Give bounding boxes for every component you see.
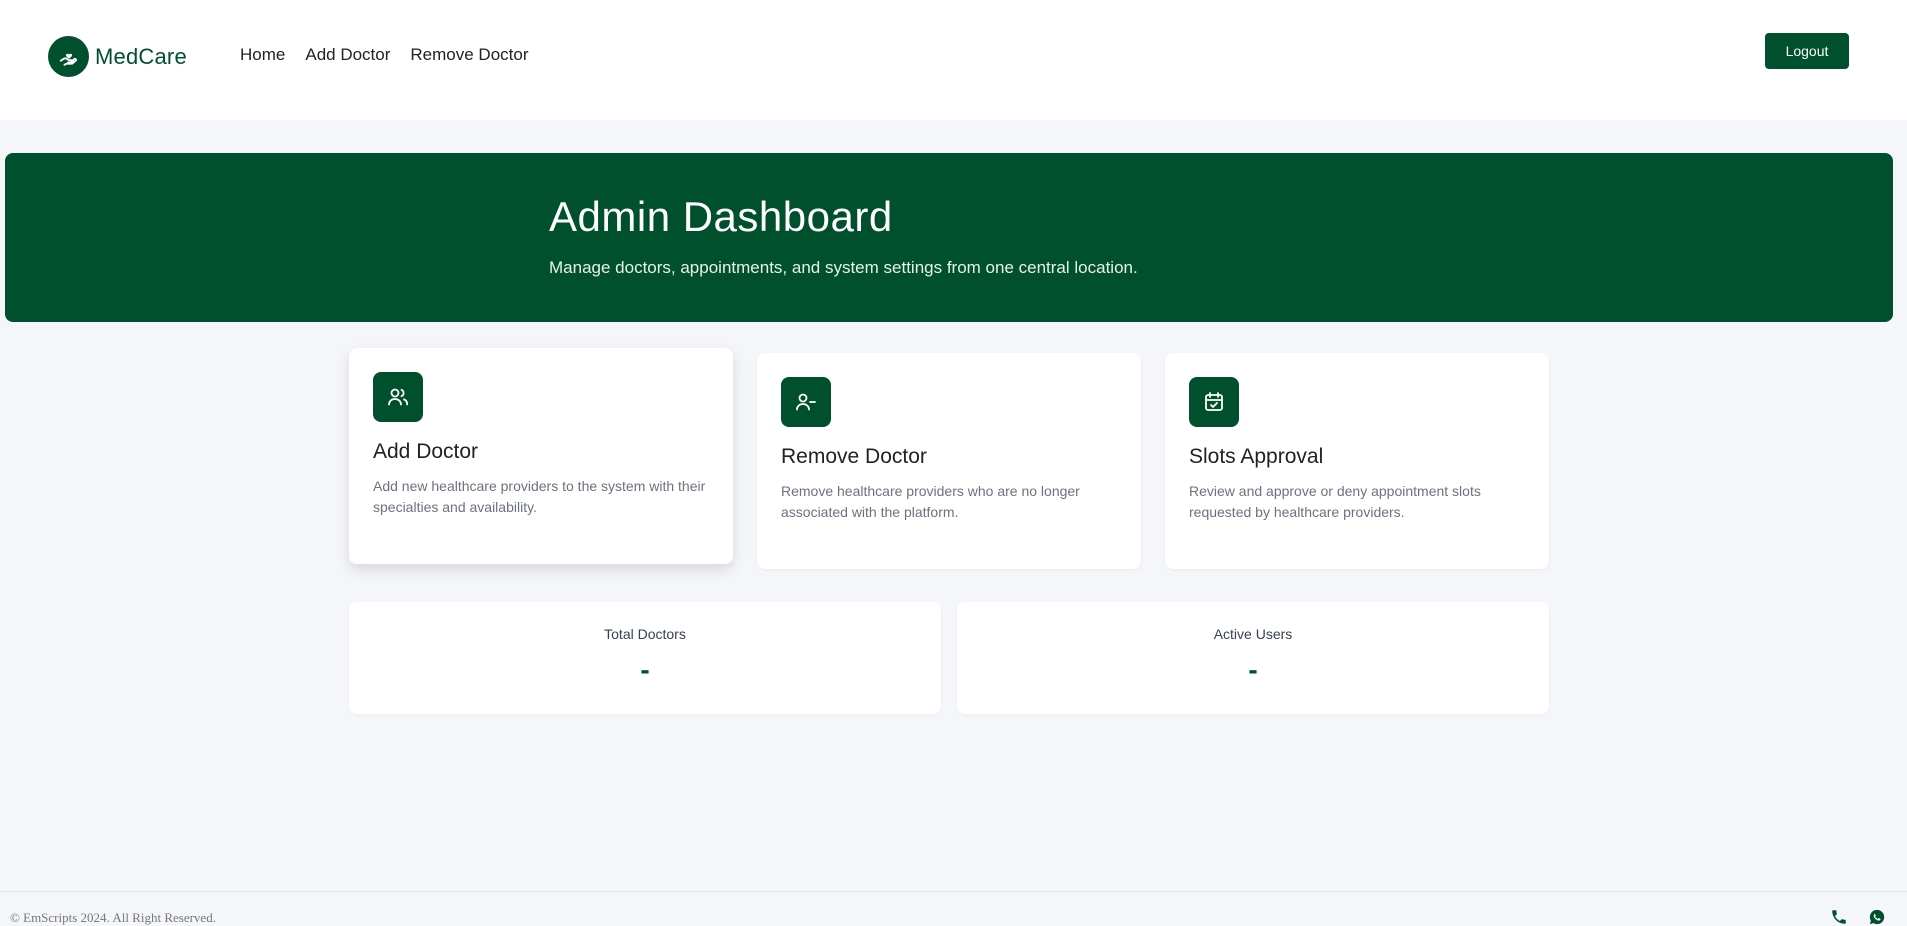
page-title: Admin Dashboard [549,193,893,240]
nav-link-home[interactable]: Home [240,45,285,65]
card-title: Add Doctor [373,440,479,463]
stat-label: Total Doctors [604,626,686,642]
nav-link-remove-doctor[interactable]: Remove Doctor [410,45,528,65]
stat-value: - [1248,654,1258,685]
card-remove-doctor[interactable]: Remove Doctor Remove healthcare provider… [757,353,1141,569]
stat-label: Active Users [1213,626,1293,642]
users-icon [373,372,423,422]
card-title: Slots Approval [1189,445,1324,468]
main-nav: Home Add Doctor Remove Doctor [240,45,529,65]
logout-button[interactable]: Logout [1765,33,1849,69]
navbar: MedCare Home Add Doctor Remove Doctor Lo… [0,0,1907,120]
card-add-doctor[interactable]: Add Doctor Add new healthcare providers … [349,348,733,564]
footer: © EmScripts 2024. All Right Reserved. [0,891,1907,926]
stat-total-doctors: Total Doctors - [349,602,941,714]
user-minus-icon [781,377,831,427]
page-subtitle: Manage doctors, appointments, and system… [549,258,1138,277]
copyright-text: © EmScripts 2024. All Right Reserved. [10,910,216,925]
card-description: Review and approve or deny appointment s… [1189,483,1481,520]
phone-icon[interactable] [1830,908,1848,926]
card-slots-approval[interactable]: Slots Approval Review and approve or den… [1165,353,1549,569]
card-title: Remove Doctor [781,445,927,468]
card-description: Remove healthcare providers who are no l… [781,483,1080,520]
card-description: Add new healthcare providers to the syst… [373,478,706,515]
brand-name: MedCare [95,43,187,69]
hero-banner: Admin Dashboard Manage doctors, appointm… [5,153,1893,322]
nav-link-add-doctor[interactable]: Add Doctor [305,45,390,65]
stat-active-users: Active Users - [957,602,1549,714]
calendar-check-icon [1189,377,1239,427]
whatsapp-icon[interactable] [1868,908,1886,926]
footer-contact-icons [1830,908,1886,926]
brand-logo-link[interactable]: MedCare [48,36,187,77]
hand-heart-icon [48,36,89,77]
stat-value: - [640,654,650,685]
